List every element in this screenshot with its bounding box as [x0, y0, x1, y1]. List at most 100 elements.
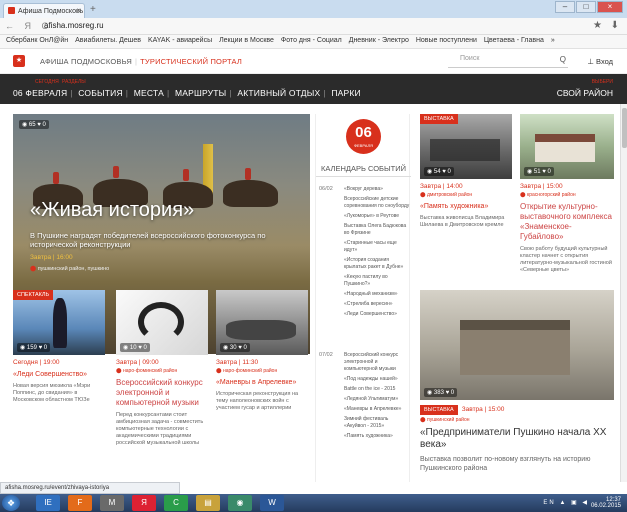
- bookmark-star-icon[interactable]: ★: [593, 20, 602, 31]
- nav-item-routes[interactable]: МАРШРУТЫ: [175, 88, 226, 98]
- bookmark-item[interactable]: Цветаева - Главна: [484, 37, 544, 44]
- calendar-event[interactable]: «Лукоморье» в Реутове: [344, 213, 410, 220]
- calendar-date[interactable]: 06 ФЕВРАЛЯ: [346, 119, 381, 154]
- event-description: Выставка позволит по-новому взглянуть на…: [420, 456, 591, 472]
- tourist-portal-link[interactable]: ТУРИСТИЧЕСКИЙ ПОРТАЛ: [140, 57, 242, 66]
- bookmark-item[interactable]: Авиабилеты. Дешев: [75, 37, 141, 44]
- scrollbar-thumb[interactable]: [622, 108, 627, 148]
- language-indicator[interactable]: EN: [543, 500, 555, 506]
- bookmark-item[interactable]: Сбербанк ОнЛ@йн: [6, 37, 68, 44]
- event-description: Выставка живописца Владимира Шилаева в Д…: [420, 215, 505, 228]
- calendar-event[interactable]: Всероссийский конкурс электронной и комп…: [344, 352, 410, 373]
- event-title[interactable]: «Маневры в Апрелевке»: [216, 378, 308, 387]
- nav-item-events[interactable]: СОБЫТИЯ: [78, 88, 123, 98]
- calendar-event[interactable]: «Маневры в Апрелевке»: [344, 406, 410, 413]
- region-small-label: ВЫБЕРИ: [591, 79, 613, 85]
- calendar-title[interactable]: КАЛЕНДАРЬ СОБЫТИЙ: [316, 164, 411, 177]
- search-icon[interactable]: Q: [560, 55, 566, 64]
- nav-item-places[interactable]: МЕСТА: [134, 88, 164, 98]
- calendar-event[interactable]: «Под надежды нашей»: [344, 376, 410, 383]
- region-selector[interactable]: СВОЙ РАЙОН: [557, 88, 613, 98]
- event-title[interactable]: Всероссийский конкурс электронной и комп…: [116, 378, 208, 408]
- browser-tab[interactable]: Афиша Подмосковь ×: [3, 3, 85, 18]
- window-controls: – □ ×: [555, 1, 623, 13]
- bookmark-item[interactable]: Фото дня - Социал: [281, 37, 342, 44]
- featured-event-card[interactable]: ◉ 383 ♥ 0 ВЫСТАВКА Завтра | 15:00 ⬤ пушки…: [420, 290, 614, 473]
- calendar-event[interactable]: Выставка Олега Бадюкова во Фрязине: [344, 223, 410, 237]
- calendar-month: ФЕВРАЛЯ: [353, 143, 374, 148]
- calendar-event[interactable]: «Ледяной Ультиматум»: [344, 396, 410, 403]
- taskbar-app-ie[interactable]: IE: [36, 495, 60, 511]
- browser-status-bar: afisha.mosreg.ru/event/zhivaya-istoriya: [0, 482, 180, 494]
- event-card[interactable]: ◉ 30 ♥ 0 Завтра | 11:30 ⬤ наро-фоминский…: [216, 290, 308, 412]
- bookmark-item[interactable]: Дневник - Электро: [349, 37, 409, 44]
- headphones-image: [138, 302, 184, 342]
- calendar-event-list: Всероссийский конкурс электронной и комп…: [344, 352, 410, 443]
- bookmark-item[interactable]: KAYAK - авиарейсы: [148, 37, 212, 44]
- event-image[interactable]: ВЫСТАВКА ◉ 54 ♥ 0: [420, 114, 512, 179]
- nav-sections-label: РАЗДЕЛЫ: [62, 79, 86, 85]
- taskbar-app-word[interactable]: W: [260, 495, 284, 511]
- site-logo-icon[interactable]: ★: [13, 55, 25, 67]
- old-building-image: [460, 320, 570, 375]
- event-card[interactable]: ВЫСТАВКА ◉ 54 ♥ 0 Завтра | 14:00 ⬤ дмитр…: [420, 114, 512, 229]
- nav-date[interactable]: 06 ФЕВРАЛЯ: [13, 88, 67, 98]
- tray-icons[interactable]: EN ▲ ▣ ◀: [543, 499, 589, 506]
- event-card[interactable]: ◉ 10 ♥ 0 Завтра | 09:00 ⬤ наро-фоминский…: [116, 290, 208, 447]
- taskbar-app-chrome[interactable]: C: [164, 495, 188, 511]
- nav-item-parks[interactable]: ПАРКИ: [331, 88, 361, 98]
- bookmark-item[interactable]: Лекции в Москве: [219, 37, 274, 44]
- url-field[interactable]: afisha.mosreg.ru: [44, 21, 104, 30]
- minimize-button[interactable]: –: [555, 1, 575, 13]
- window-close-button[interactable]: ×: [597, 1, 623, 13]
- calendar-event[interactable]: «Стрелиба вересин»: [344, 301, 410, 308]
- event-image[interactable]: СПЕКТАКЛЬ ◉ 159 ♥ 0: [13, 290, 105, 355]
- event-image[interactable]: ◉ 10 ♥ 0: [116, 290, 208, 355]
- calendar-day-label: 06/02: [319, 186, 333, 192]
- taskbar-app-yandex[interactable]: Я: [132, 495, 156, 511]
- page-scrollbar[interactable]: [620, 104, 627, 482]
- bookmark-item[interactable]: Новые поступлени: [416, 37, 477, 44]
- system-clock[interactable]: 12:37 06.02.2015: [591, 497, 621, 509]
- calendar-event[interactable]: «Кекую пастилу во Пушкино?»: [344, 274, 410, 288]
- search-input[interactable]: Поиск Q: [448, 55, 568, 68]
- login-button[interactable]: ⊥ Вход: [587, 57, 613, 66]
- taskbar-app-media[interactable]: M: [100, 495, 124, 511]
- event-card[interactable]: ◉ 51 ♥ 0 Завтра | 15:00 ⬤ красногорский …: [520, 114, 614, 274]
- taskbar-app-firefox[interactable]: F: [68, 495, 92, 511]
- new-tab-button[interactable]: +: [90, 4, 96, 15]
- event-title[interactable]: Открытие культурно-выставочного комплекс…: [520, 202, 614, 242]
- calendar-event[interactable]: «Старинные часы еще идут»: [344, 240, 410, 254]
- hero-stats: ◉ 65 ♥ 0: [19, 120, 49, 129]
- calendar-event[interactable]: Battle on the ice - 2015: [344, 386, 410, 393]
- estate-building-image: [535, 134, 595, 162]
- calendar-event[interactable]: «Леди Совершенство»: [344, 311, 410, 318]
- calendar-event[interactable]: «Память художника»: [344, 433, 410, 440]
- taskbar-app-explorer[interactable]: ▤: [196, 495, 220, 511]
- site-name[interactable]: АФИША ПОДМОСКОВЬЯ | ТУРИСТИЧЕСКИЙ ПОРТАЛ: [40, 57, 242, 66]
- hero-title[interactable]: «Живая история»: [30, 199, 194, 222]
- main-nav: СЕГОДНЯ РАЗДЕЛЫ 06 ФЕВРАЛЯ | СОБЫТИЯ | МЕС…: [0, 74, 627, 104]
- maximize-button[interactable]: □: [576, 1, 596, 13]
- category-badge: ВЫСТАВКА: [420, 405, 458, 415]
- event-title[interactable]: «Предприниматели Пушкино начала XX века»: [420, 427, 614, 451]
- download-icon[interactable]: ⬇: [611, 20, 619, 31]
- reenactment-image: [226, 320, 296, 340]
- event-title[interactable]: «Память художника»: [420, 202, 512, 211]
- taskbar-app-misc[interactable]: ◉: [228, 495, 252, 511]
- painting-image: [430, 139, 500, 161]
- calendar-event[interactable]: «Народный механизм»: [344, 291, 410, 298]
- bookmarks-overflow[interactable]: »: [551, 37, 555, 44]
- close-tab-icon[interactable]: ×: [76, 6, 81, 15]
- event-image[interactable]: ◉ 383 ♥ 0: [420, 290, 614, 400]
- event-image[interactable]: ◉ 51 ♥ 0: [520, 114, 614, 179]
- start-button[interactable]: ❖: [2, 495, 20, 511]
- calendar-event[interactable]: «Вокруг дерева»: [344, 186, 410, 193]
- calendar-event[interactable]: «История создания крылатых ракет в Дубне…: [344, 257, 410, 271]
- event-image[interactable]: ◉ 30 ♥ 0: [216, 290, 308, 355]
- nav-item-active-rest[interactable]: АКТИВНЫЙ ОТДЫХ: [237, 88, 320, 98]
- event-title[interactable]: «Леди Совершенство»: [13, 370, 105, 379]
- event-card[interactable]: СПЕКТАКЛЬ ◉ 159 ♥ 0 Сегодня | 19:00 «Лед…: [13, 290, 105, 404]
- calendar-event[interactable]: Зимний фестиваль «Акуйвол - 2015»: [344, 416, 410, 430]
- calendar-event[interactable]: Всероссийские детские соревнования по сн…: [344, 196, 410, 210]
